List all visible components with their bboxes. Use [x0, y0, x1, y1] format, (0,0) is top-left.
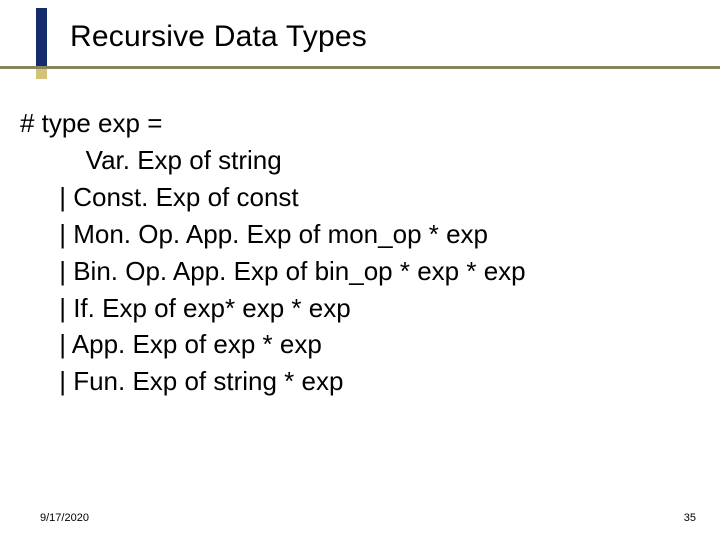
footer-page-number: 35 [684, 512, 696, 524]
slide: Recursive Data Types # type exp = Var. E… [0, 0, 720, 540]
title-underline [0, 66, 720, 69]
code-line: | Const. Exp of const [20, 179, 690, 216]
code-line: | Bin. Op. App. Exp of bin_op * exp * ex… [20, 253, 690, 290]
code-block: # type exp = Var. Exp of string | Const.… [20, 105, 690, 400]
code-line: Var. Exp of string [20, 142, 690, 179]
code-line: | If. Exp of exp* exp * exp [20, 290, 690, 327]
code-line: | Fun. Exp of string * exp [20, 363, 690, 400]
code-line: # type exp = [20, 105, 690, 142]
footer-date: 9/17/2020 [40, 512, 89, 524]
title-area: Recursive Data Types [70, 20, 680, 54]
code-line: | App. Exp of exp * exp [20, 326, 690, 363]
code-line: | Mon. Op. App. Exp of mon_op * exp [20, 216, 690, 253]
accent-bar [36, 8, 47, 67]
slide-title: Recursive Data Types [70, 20, 367, 53]
